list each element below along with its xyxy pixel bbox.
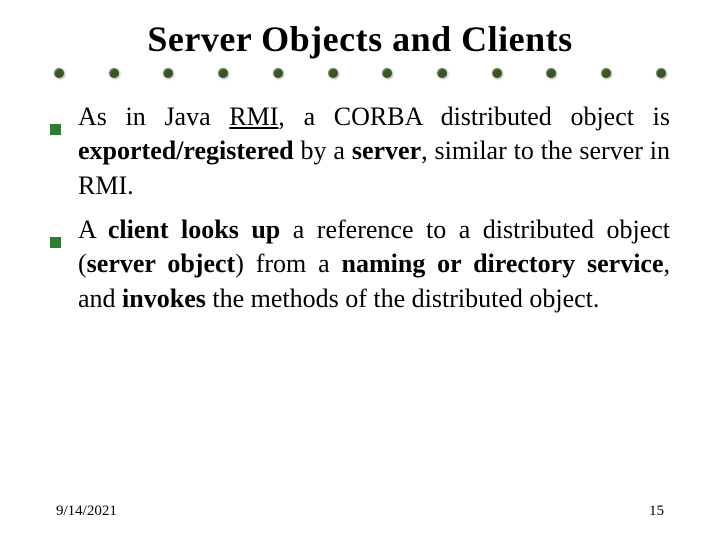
decorative-dots-row [50,68,670,78]
footer-page-number: 15 [649,503,664,520]
decorative-dot [601,68,611,78]
bullet-item: A client looks up a reference to a distr… [50,213,670,316]
decorative-dot [273,68,283,78]
slide-footer: 9/14/2021 15 [0,503,720,520]
decorative-dot [54,68,64,78]
decorative-dot [109,68,119,78]
slide: Server Objects and Clients As in Java RM… [0,0,720,540]
bullet-text: A client looks up a reference to a distr… [78,213,670,316]
decorative-dot [656,68,666,78]
bullet-square-icon [50,100,78,203]
decorative-dot [492,68,502,78]
decorative-dot [546,68,556,78]
slide-title: Server Objects and Clients [50,18,670,60]
bullet-text: As in Java RMI, a CORBA distributed obje… [78,100,670,203]
decorative-dot [328,68,338,78]
bullet-square-icon [50,213,78,316]
footer-date: 9/14/2021 [56,503,117,520]
decorative-dot [437,68,447,78]
bullet-item: As in Java RMI, a CORBA distributed obje… [50,100,670,203]
decorative-dot [382,68,392,78]
decorative-dot [163,68,173,78]
decorative-dot [218,68,228,78]
slide-content: As in Java RMI, a CORBA distributed obje… [50,100,670,316]
